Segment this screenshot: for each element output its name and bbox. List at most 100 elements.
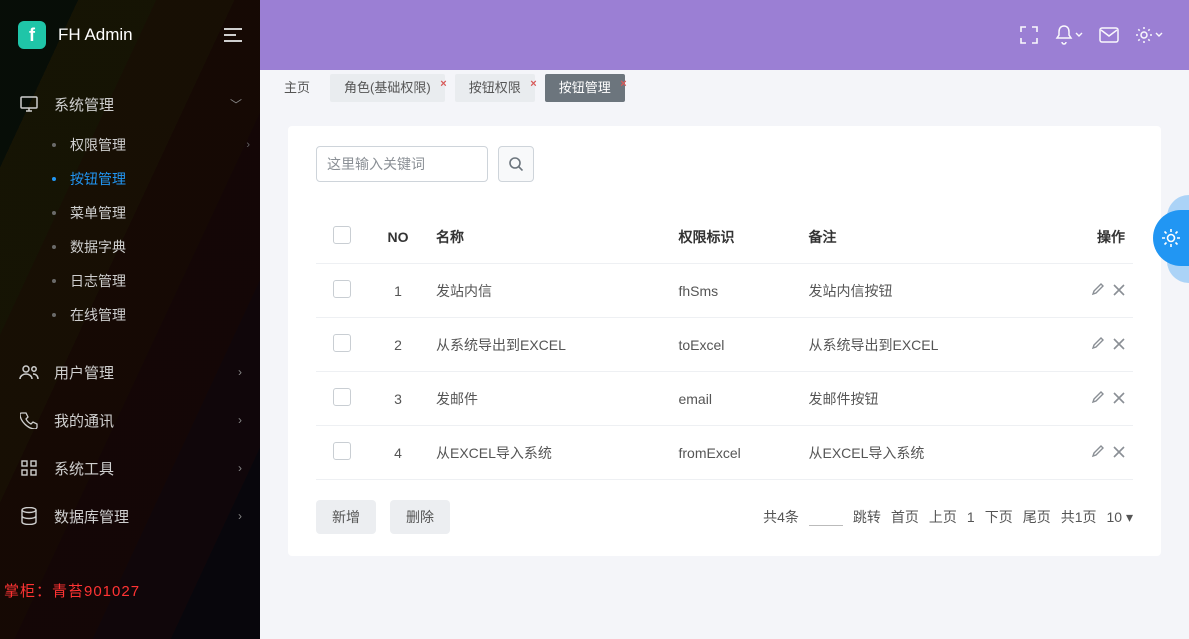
bullet-icon	[52, 143, 56, 147]
cell-ops	[1043, 264, 1133, 318]
cell-code: email	[670, 372, 800, 426]
cell-ops	[1043, 426, 1133, 480]
edit-button[interactable]	[1091, 336, 1105, 350]
search-icon	[509, 157, 523, 171]
row-checkbox[interactable]	[333, 280, 351, 298]
fullscreen-icon	[1020, 26, 1038, 44]
pager-pages: 共1页	[1061, 507, 1097, 527]
gear-icon	[1135, 26, 1153, 44]
close-icon	[1113, 392, 1125, 404]
edit-button[interactable]	[1091, 390, 1105, 404]
delete-row-button[interactable]	[1113, 284, 1125, 296]
monitor-icon	[18, 96, 40, 112]
table-footer: 新增 删除 共4条 跳转 首页 上页 1 下页 尾页 共1页 10 ▾	[316, 500, 1133, 534]
col-no: NO	[368, 210, 428, 264]
tab-label: 主页	[284, 80, 310, 95]
tab-btn-perm[interactable]: 按钮权限×	[455, 74, 535, 102]
panel: NO 名称 权限标识 备注 操作 1发站内信fhSms发站内信按钮2从系统导出到…	[288, 126, 1161, 556]
chevron-down-icon	[1075, 32, 1083, 38]
cell-ops	[1043, 318, 1133, 372]
nav-sub-label: 权限管理	[70, 135, 126, 155]
nav-item-comm[interactable]: 我的通讯 ›	[0, 396, 260, 444]
bullet-icon	[52, 211, 56, 215]
chevron-down-icon	[1155, 32, 1163, 38]
nav-sub-label: 菜单管理	[70, 203, 126, 223]
nav-label: 数据库管理	[54, 506, 238, 527]
row-checkbox[interactable]	[333, 388, 351, 406]
delete-button[interactable]: 删除	[390, 500, 450, 534]
nav-sub-item-button-mgmt[interactable]: 按钮管理	[36, 162, 260, 196]
nav-label: 系统工具	[54, 458, 238, 479]
tab-label: 角色(基础权限)	[344, 80, 431, 95]
tab-label: 按钮权限	[469, 80, 521, 95]
tab-home[interactable]: 主页	[274, 74, 320, 102]
pager-prev[interactable]: 上页	[929, 507, 957, 527]
chevron-right-icon: ›	[246, 139, 250, 151]
cell-name: 从系统导出到EXCEL	[428, 318, 670, 372]
col-code: 权限标识	[670, 210, 800, 264]
tab-btn-mgmt[interactable]: 按钮管理×	[545, 74, 625, 102]
close-icon	[1113, 284, 1125, 296]
pager-jump[interactable]: 跳转	[853, 507, 881, 527]
brand-logo: f	[18, 21, 46, 49]
fullscreen-button[interactable]	[1009, 15, 1049, 55]
nav-item-tools[interactable]: 系统工具 ›	[0, 444, 260, 492]
edit-button[interactable]	[1091, 444, 1105, 458]
nav: 系统管理 ﹀ 权限管理 › 按钮管理 菜单管理 数据字典 日志管理 在线管理 用户…	[0, 80, 260, 540]
nav-sub-item-log[interactable]: 日志管理	[36, 264, 260, 298]
gear-icon	[1161, 228, 1181, 248]
nav-item-users[interactable]: 用户管理 ›	[0, 348, 260, 396]
pager-first[interactable]: 首页	[891, 507, 919, 527]
pager-next[interactable]: 下页	[985, 507, 1013, 527]
edit-button[interactable]	[1091, 282, 1105, 296]
cell-code: fromExcel	[670, 426, 800, 480]
bell-icon	[1055, 25, 1073, 45]
search-input[interactable]	[316, 146, 488, 182]
nav-label: 用户管理	[54, 362, 238, 383]
row-checkbox[interactable]	[333, 442, 351, 460]
pager-pagesize[interactable]: 10 ▾	[1107, 509, 1134, 526]
bullet-icon	[52, 177, 56, 181]
cell-no: 1	[368, 264, 428, 318]
nav-sub-item-menu[interactable]: 菜单管理	[36, 196, 260, 230]
cell-no: 3	[368, 372, 428, 426]
delete-row-button[interactable]	[1113, 338, 1125, 350]
bullet-icon	[52, 279, 56, 283]
add-button[interactable]: 新增	[316, 500, 376, 534]
pager-last[interactable]: 尾页	[1023, 507, 1051, 527]
delete-row-button[interactable]	[1113, 446, 1125, 458]
chevron-right-icon: ›	[238, 509, 242, 523]
pager-current: 1	[967, 509, 975, 525]
nav-item-system[interactable]: 系统管理 ﹀	[0, 80, 260, 128]
search-button[interactable]	[498, 146, 534, 182]
col-ops: 操作	[1043, 210, 1133, 264]
delete-row-button[interactable]	[1113, 392, 1125, 404]
table-header-row: NO 名称 权限标识 备注 操作	[316, 210, 1133, 264]
brand: f FH Admin	[0, 0, 260, 70]
pager-jump-input[interactable]	[809, 509, 843, 526]
main: NO 名称 权限标识 备注 操作 1发站内信fhSms发站内信按钮2从系统导出到…	[260, 106, 1189, 639]
cell-code: fhSms	[670, 264, 800, 318]
row-checkbox[interactable]	[333, 334, 351, 352]
select-all-checkbox[interactable]	[333, 226, 351, 244]
nav-sub-item-permissions[interactable]: 权限管理 ›	[36, 128, 260, 162]
close-icon[interactable]: ×	[620, 70, 626, 98]
tab-role[interactable]: 角色(基础权限)×	[330, 74, 445, 102]
nav-item-db[interactable]: 数据库管理 ›	[0, 492, 260, 540]
close-icon[interactable]: ×	[440, 70, 446, 98]
nav-sub-item-dict[interactable]: 数据字典	[36, 230, 260, 264]
pencil-icon	[1091, 444, 1105, 458]
chevron-right-icon: ›	[238, 461, 242, 475]
pager: 共4条 跳转 首页 上页 1 下页 尾页 共1页 10 ▾	[763, 507, 1133, 527]
messages-button[interactable]	[1089, 15, 1129, 55]
close-icon	[1113, 338, 1125, 350]
nav-label: 系统管理	[54, 94, 230, 115]
nav-sub-item-online[interactable]: 在线管理	[36, 298, 260, 332]
sidebar-toggle[interactable]	[224, 28, 242, 42]
settings-button[interactable]	[1129, 15, 1169, 55]
brand-title: FH Admin	[58, 25, 133, 45]
close-icon[interactable]: ×	[530, 70, 536, 98]
notifications-button[interactable]	[1049, 15, 1089, 55]
grid-icon	[18, 460, 40, 476]
cell-no: 2	[368, 318, 428, 372]
